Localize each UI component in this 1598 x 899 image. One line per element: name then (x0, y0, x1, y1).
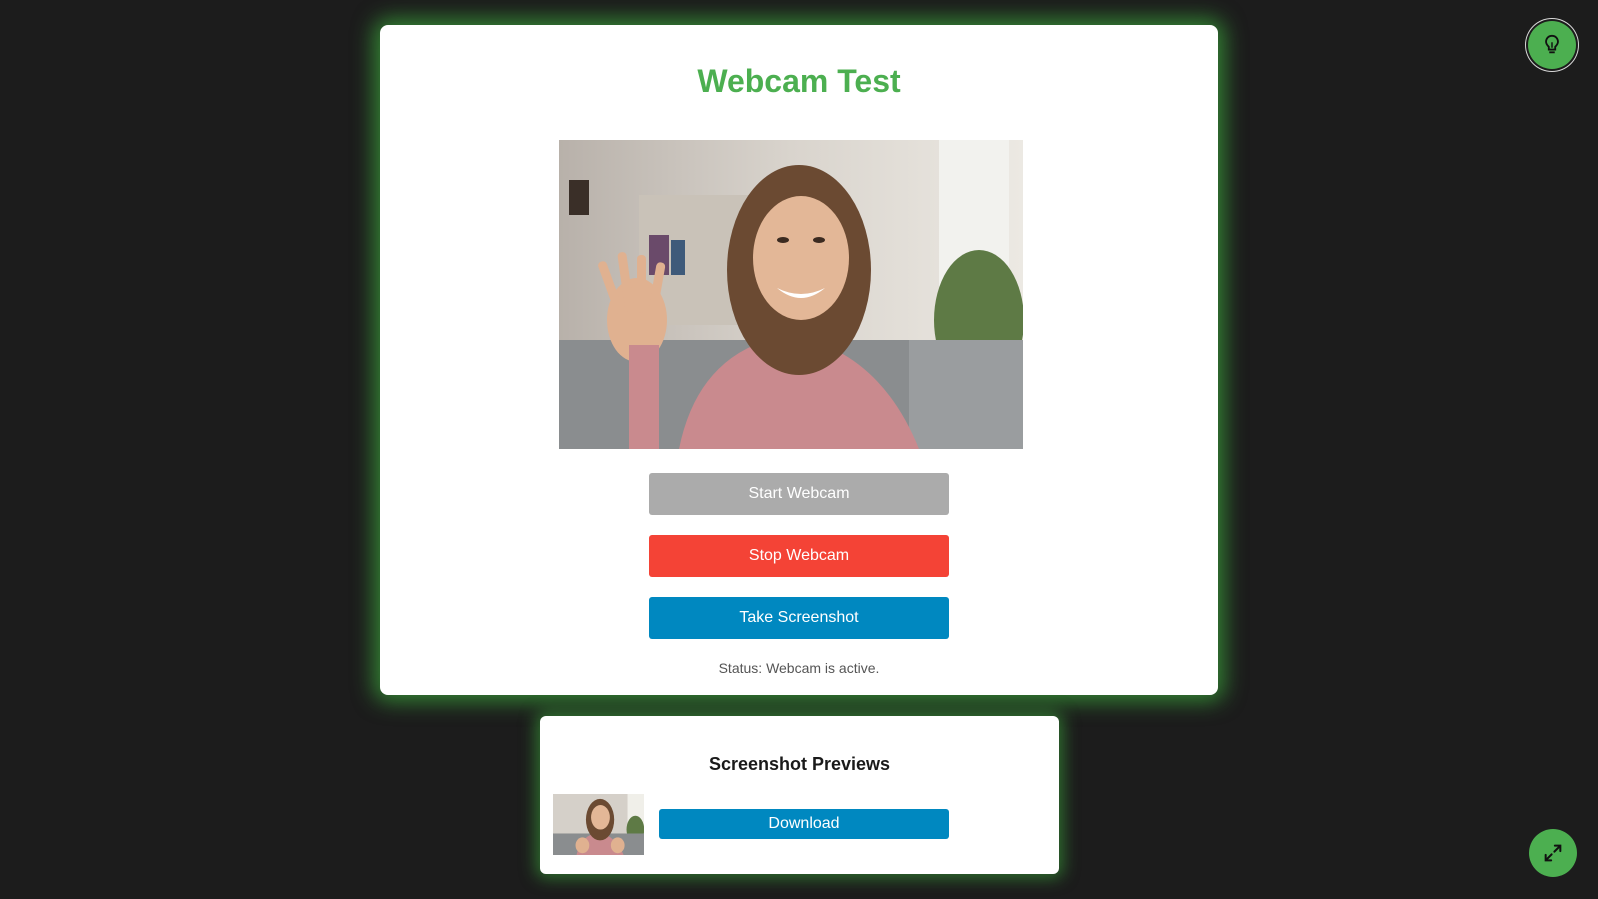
status-text: Status: Webcam is active. (718, 660, 880, 676)
screenshot-previews-panel: Screenshot Previews Download (540, 716, 1059, 874)
hint-button[interactable] (1528, 21, 1576, 69)
fullscreen-button[interactable] (1529, 829, 1577, 877)
webcam-video (559, 140, 1023, 449)
webcam-card: Webcam Test Start Webcam Stop Webcam Tak… (380, 25, 1218, 695)
download-button[interactable]: Download (659, 809, 949, 839)
take-screenshot-button[interactable]: Take Screenshot (649, 597, 949, 639)
previews-title: Screenshot Previews (708, 754, 891, 774)
screenshot-thumbnail (553, 794, 644, 855)
expand-icon (1544, 844, 1562, 862)
start-webcam-button[interactable]: Start Webcam (649, 473, 949, 515)
stop-webcam-button[interactable]: Stop Webcam (649, 535, 949, 577)
page-title: Webcam Test (697, 63, 901, 99)
webcam-feed-image (559, 140, 1023, 449)
lightbulb-icon (1545, 34, 1559, 54)
